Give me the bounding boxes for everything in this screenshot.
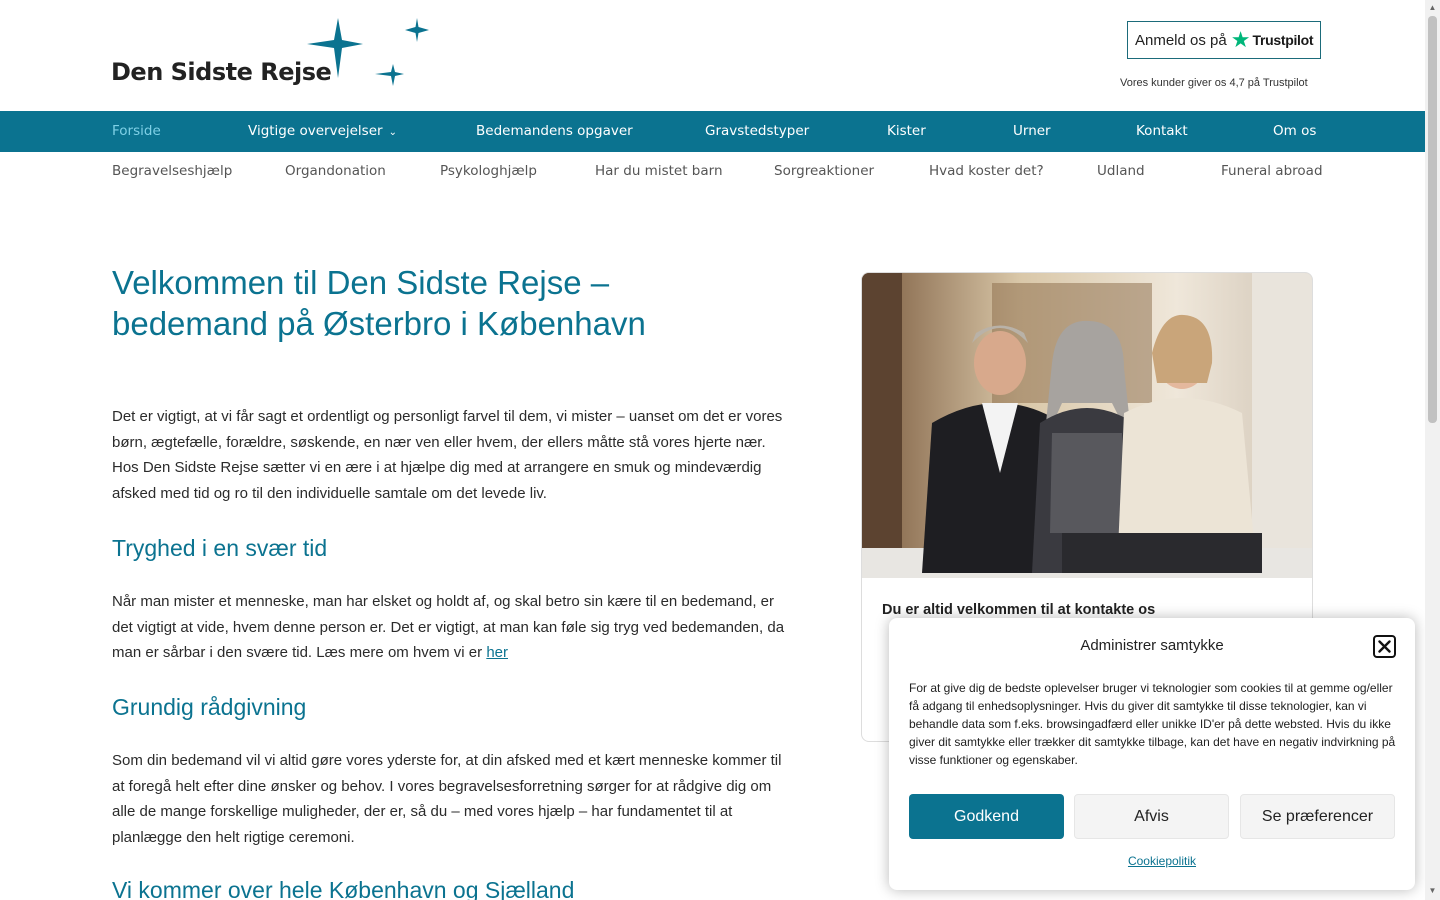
sparkle-stars-icon <box>307 18 429 86</box>
team-photo <box>862 273 1312 578</box>
subnav-item-begravelseshjaelp[interactable]: Begravelseshjælp <box>112 163 232 179</box>
preferences-button[interactable]: Se præferencer <box>1240 794 1395 839</box>
subnav-item-sorgreaktioner[interactable]: Sorgreaktioner <box>774 163 874 179</box>
section-heading-koebenhavn: Vi kommer over hele København og Sjællan… <box>112 877 575 900</box>
close-icon <box>1378 640 1391 653</box>
subnav-item-psykologhjaelp[interactable]: Psykologhjælp <box>440 163 537 179</box>
trustpilot-prefix: Anmeld os på <box>1135 31 1227 49</box>
subnav-item-udland[interactable]: Udland <box>1097 163 1145 179</box>
section-heading-tryghed: Tryghed i en svær tid <box>112 535 328 561</box>
subnav-item-hvad-koster-det[interactable]: Hvad koster det? <box>929 163 1044 179</box>
page-scrollbar[interactable]: ▲ ▼ <box>1425 0 1440 900</box>
chevron-down-icon: ⌄ <box>388 127 397 138</box>
card-heading: Du er altid velkommen til at kontakte os <box>882 602 1156 618</box>
site-logo[interactable]: Den Sidste Rejse <box>111 14 441 94</box>
consent-text: For at give dig de bedste oplevelser bru… <box>909 681 1396 767</box>
intro-paragraph: Det er vigtigt, at vi får sagt et ordent… <box>112 408 783 502</box>
subnav-item-mistet-barn[interactable]: Har du mistet barn <box>595 163 723 179</box>
accept-button[interactable]: Godkend <box>909 794 1064 839</box>
section-heading-raadgivning: Grundig rådgivning <box>112 694 307 720</box>
section-text-tryghed-body: Når man mister et menneske, man har elsk… <box>112 593 785 662</box>
scroll-up-arrow-icon[interactable]: ▲ <box>1428 3 1437 12</box>
scroll-down-arrow-icon[interactable]: ▼ <box>1428 886 1437 895</box>
section-text-tryghed: Når man mister et menneske, man har elsk… <box>112 589 792 666</box>
main-nav: Forside Vigtige overvejelser ⌄ Bedemanden… <box>0 111 1425 152</box>
subnav-item-funeral-abroad[interactable]: Funeral abroad <box>1221 163 1323 179</box>
consent-title: Administrer samtykke <box>1080 637 1224 654</box>
nav-item-vigtige-overvejelser[interactable]: Vigtige overvejelser ⌄ <box>248 123 397 139</box>
trustpilot-star-icon: ★ <box>1230 27 1251 52</box>
nav-item-kontakt[interactable]: Kontakt <box>1136 123 1188 139</box>
cookie-consent-dialog: Administrer samtykke For at give dig de … <box>889 618 1415 890</box>
page-title: Velkommen til Den Sidste Rejse – bedeman… <box>112 264 646 342</box>
section-text-raadgivning: Som din bedemand vil vi altid gøre vores… <box>112 752 782 846</box>
nav-item-gravstedstyper[interactable]: Gravstedstyper <box>705 123 809 139</box>
nav-item-om-os[interactable]: Om os <box>1273 123 1316 139</box>
subnav-item-organdonation[interactable]: Organdonation <box>285 163 386 179</box>
nav-item-label: Vigtige overvejelser <box>248 123 383 139</box>
trustpilot-rating-text: Vores kunder giver os 4,7 på Trustpilot <box>1120 77 1308 89</box>
nav-item-kister[interactable]: Kister <box>887 123 926 139</box>
read-more-link[interactable]: her <box>486 644 508 661</box>
nav-item-forside[interactable]: Forside <box>112 123 161 139</box>
trustpilot-brand: Trustpilot <box>1252 32 1314 48</box>
trustpilot-review-button[interactable]: Anmeld os på ★ Trustpilot <box>1127 21 1321 59</box>
cookie-policy-link[interactable]: Cookiepolitik <box>909 854 1415 868</box>
close-button[interactable] <box>1373 635 1396 658</box>
nav-item-urner[interactable]: Urner <box>1013 123 1051 139</box>
scrollbar-thumb[interactable] <box>1428 16 1437 423</box>
reject-button[interactable]: Afvis <box>1074 794 1229 839</box>
nav-item-bedemandens-opgaver[interactable]: Bedemandens opgaver <box>476 123 633 139</box>
site-header: Den Sidste Rejse Anmeld os på ★ Trustpil… <box>0 0 1425 111</box>
logo-text: Den Sidste Rejse <box>111 58 332 86</box>
